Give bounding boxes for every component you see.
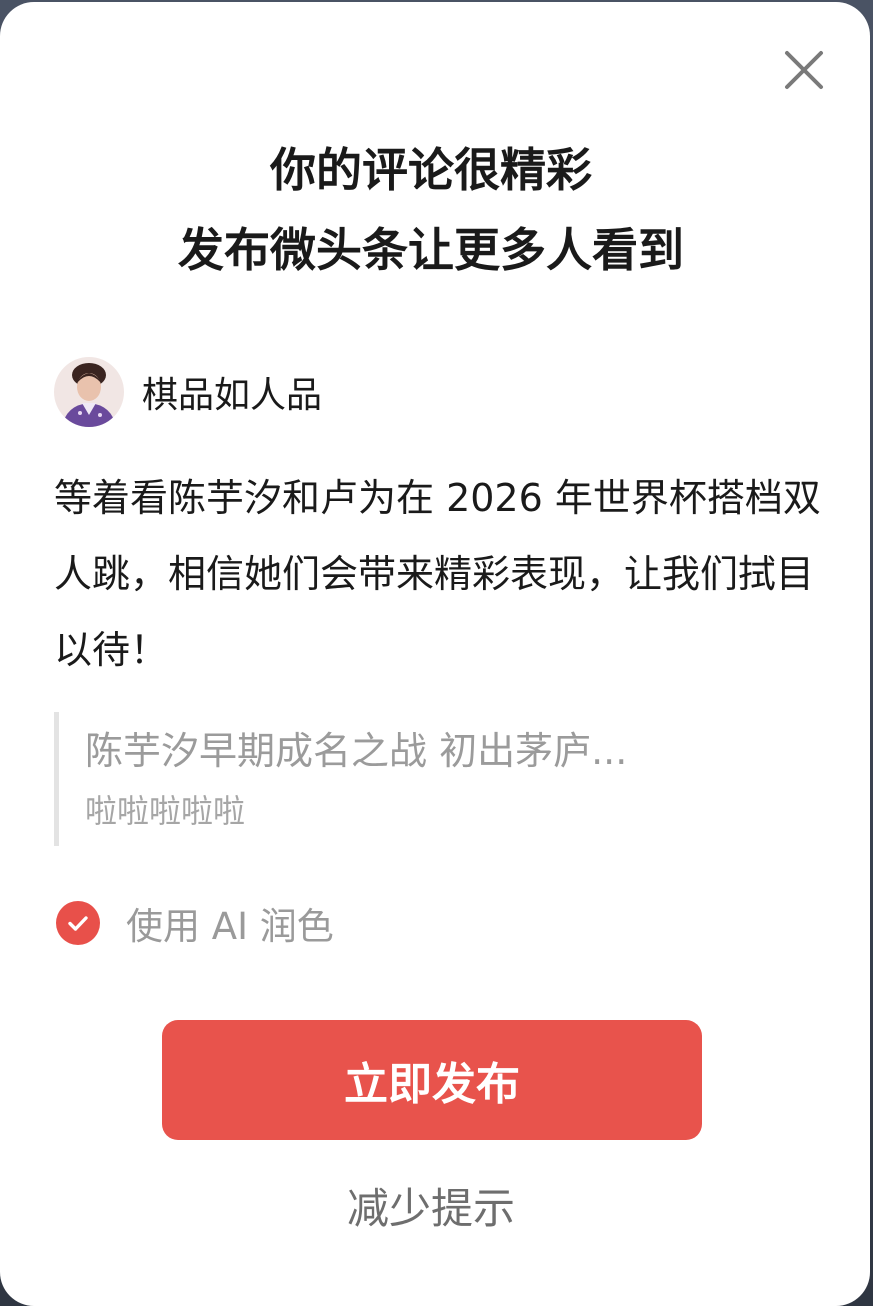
comment-text: 等着看陈芋汐和卢为在 2026 年世界杯搭档双人跳，相信她们会带来精彩表现，让我… bbox=[54, 476, 821, 672]
dialog-title: 你的评论很精彩 发布微头条让更多人看到 bbox=[0, 130, 862, 290]
reduce-prompts-button[interactable]: 减少提示 bbox=[0, 1174, 862, 1244]
close-button[interactable] bbox=[780, 46, 828, 94]
username: 棋品如人品 bbox=[142, 375, 323, 416]
avatar-image bbox=[54, 357, 124, 427]
dialog-title-line-2: 发布微头条让更多人看到 bbox=[178, 223, 684, 277]
quoted-article[interactable]: 陈芋汐早期成名之战 初出茅庐... 啦啦啦啦啦 bbox=[54, 712, 774, 846]
user-row: 棋品如人品 bbox=[54, 356, 322, 428]
close-icon bbox=[785, 51, 823, 89]
ai-polish-label: 使用 AI 润色 bbox=[126, 905, 334, 948]
ai-polish-option[interactable]: 使用 AI 润色 bbox=[56, 898, 334, 948]
publish-prompt-dialog: 你的评论很精彩 发布微头条让更多人看到 棋品如人品 等着看陈芋汐和卢为在 202… bbox=[0, 2, 870, 1306]
avatar bbox=[54, 357, 124, 427]
quoted-article-title: 陈芋汐早期成名之战 初出茅庐... bbox=[85, 729, 628, 773]
checkmark-glyph bbox=[68, 916, 88, 931]
publish-button[interactable]: 立即发布 bbox=[162, 1020, 702, 1140]
check-icon[interactable] bbox=[56, 901, 100, 945]
dialog-title-line-1: 你的评论很精彩 bbox=[270, 143, 592, 197]
quoted-article-subtitle: 啦啦啦啦啦 bbox=[85, 792, 246, 830]
